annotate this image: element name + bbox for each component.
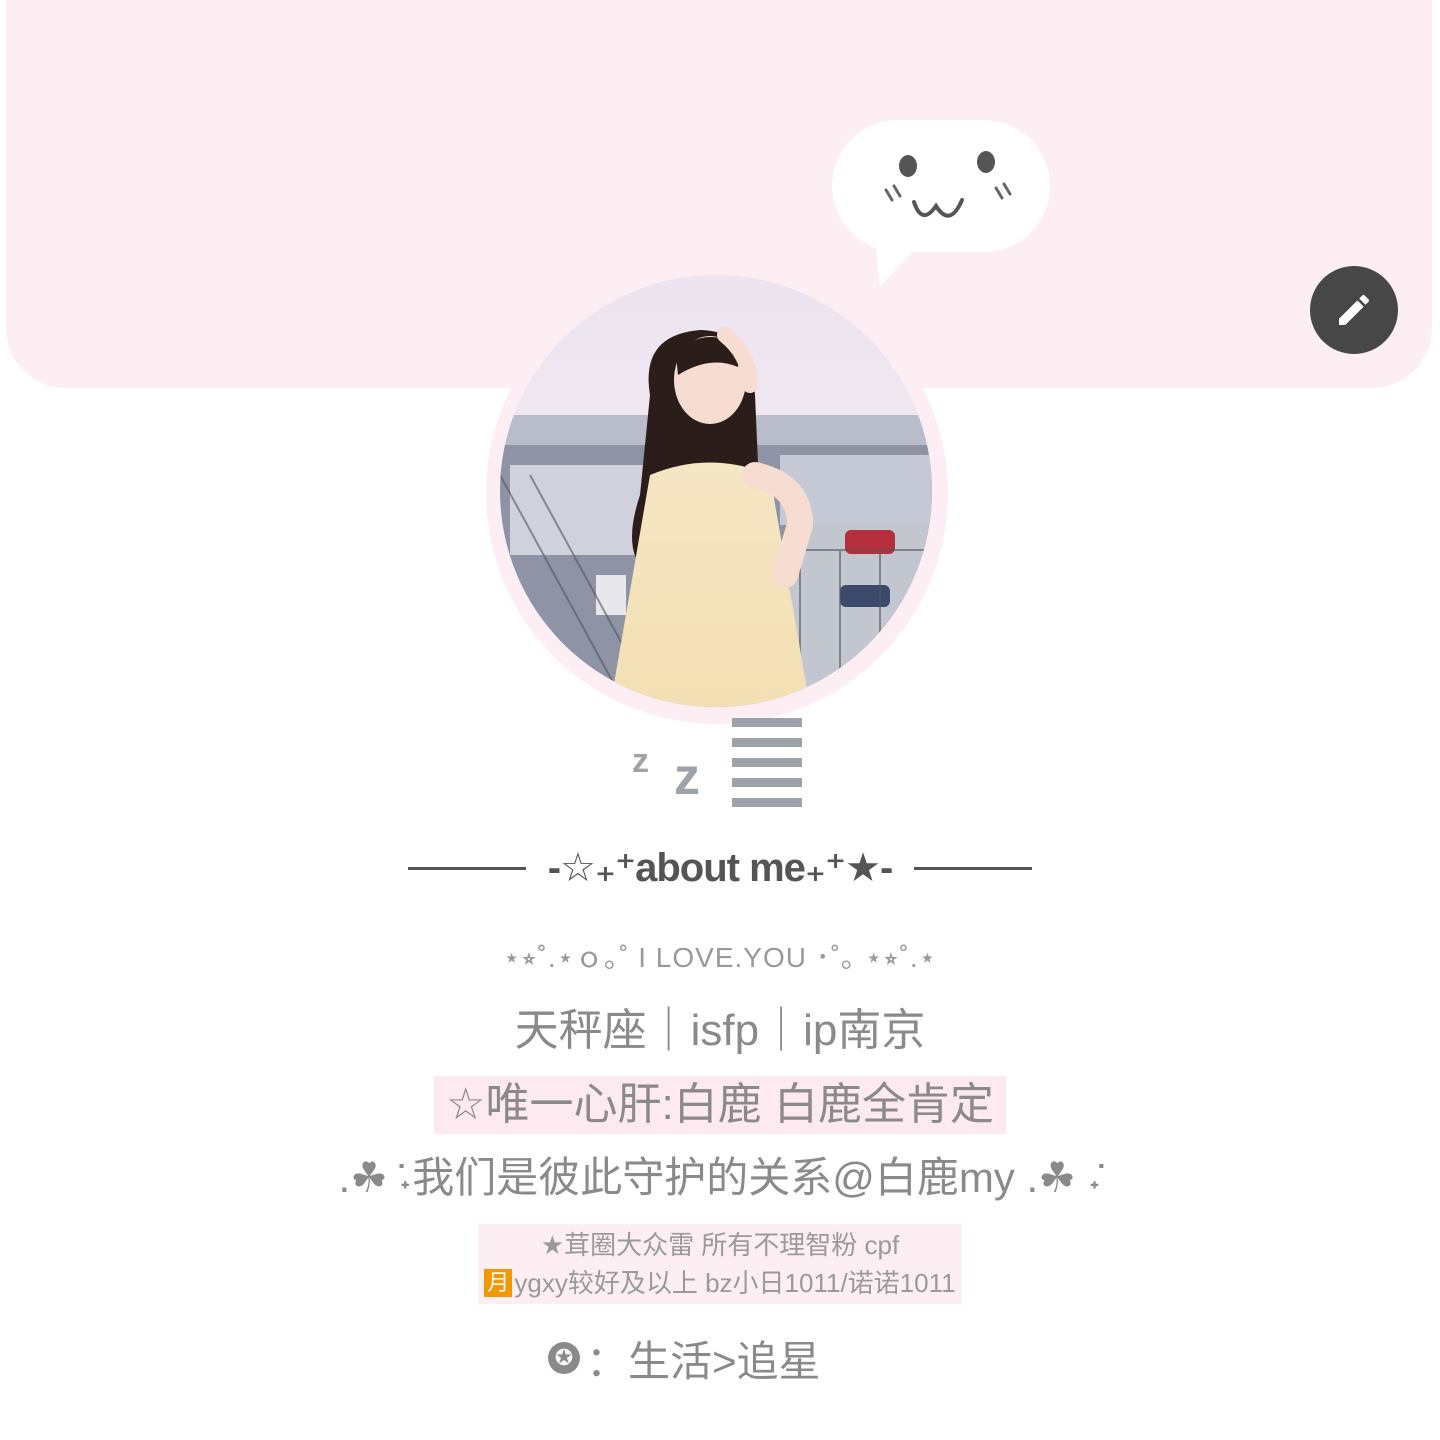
about-me-title: -☆₊⁺about me₊⁺★- bbox=[547, 846, 894, 890]
edit-button[interactable] bbox=[1310, 266, 1398, 354]
pencil-icon bbox=[1339, 294, 1370, 325]
fan-highlight: ☆唯一心肝:白鹿 白鹿全肯定 bbox=[434, 1076, 1006, 1134]
kaomoji-face-icon bbox=[884, 151, 1012, 218]
zodiac-mbti-location: 天秤座｜isfp｜ip南京 bbox=[514, 1006, 926, 1055]
svg-text:z: z bbox=[674, 748, 700, 806]
svg-text:z: z bbox=[632, 742, 649, 780]
rules-line-2: ygxy较好及以上 bz小日1011/诺诺1011 bbox=[514, 1268, 956, 1298]
divider-right bbox=[914, 866, 1033, 870]
life-priority: ✪ ：生活>追星 bbox=[548, 1330, 821, 1386]
life-priority-text: ：生活>追星 bbox=[586, 1337, 821, 1385]
rules-highlight: ★茸圈大众雷 所有不理智粉 cpf 月 ygxy较好及以上 bz小日1011/诺诺… bbox=[478, 1224, 962, 1304]
sleep-zz-icon: z z bbox=[632, 718, 802, 807]
relation-line: .☘︎ ݁˖我们是彼此守护的关系@白鹿my .☘︎ ݁˖ bbox=[338, 1154, 1102, 1201]
star-badge-icon: ✪ bbox=[548, 1342, 580, 1374]
rules-block: ★茸圈大众雷 所有不理智粉 cpf 月 ygxy较好及以上 bz小日1011/诺诺… bbox=[0, 1224, 1440, 1304]
decorative-love-line: ⋆⭒˚.⋆ｏ｡˚ I LOVE.YOU ･˚｡ ⋆⭒˚.⋆ bbox=[502, 942, 938, 973]
fan-line-row: ☆唯一心肝:白鹿 白鹿全肯定 bbox=[0, 1076, 1440, 1134]
moon-badge: 月 bbox=[484, 1269, 513, 1297]
avatar-photo bbox=[500, 275, 932, 707]
divider-left bbox=[407, 866, 526, 870]
rules-line-2-row: 月 ygxy较好及以上 bz小日1011/诺诺1011 bbox=[484, 1264, 956, 1302]
about-me-header: -☆₊⁺about me₊⁺★- bbox=[0, 838, 1440, 898]
avatar[interactable] bbox=[500, 275, 932, 707]
rules-line-1: ★茸圈大众雷 所有不理智粉 cpf bbox=[540, 1230, 900, 1260]
